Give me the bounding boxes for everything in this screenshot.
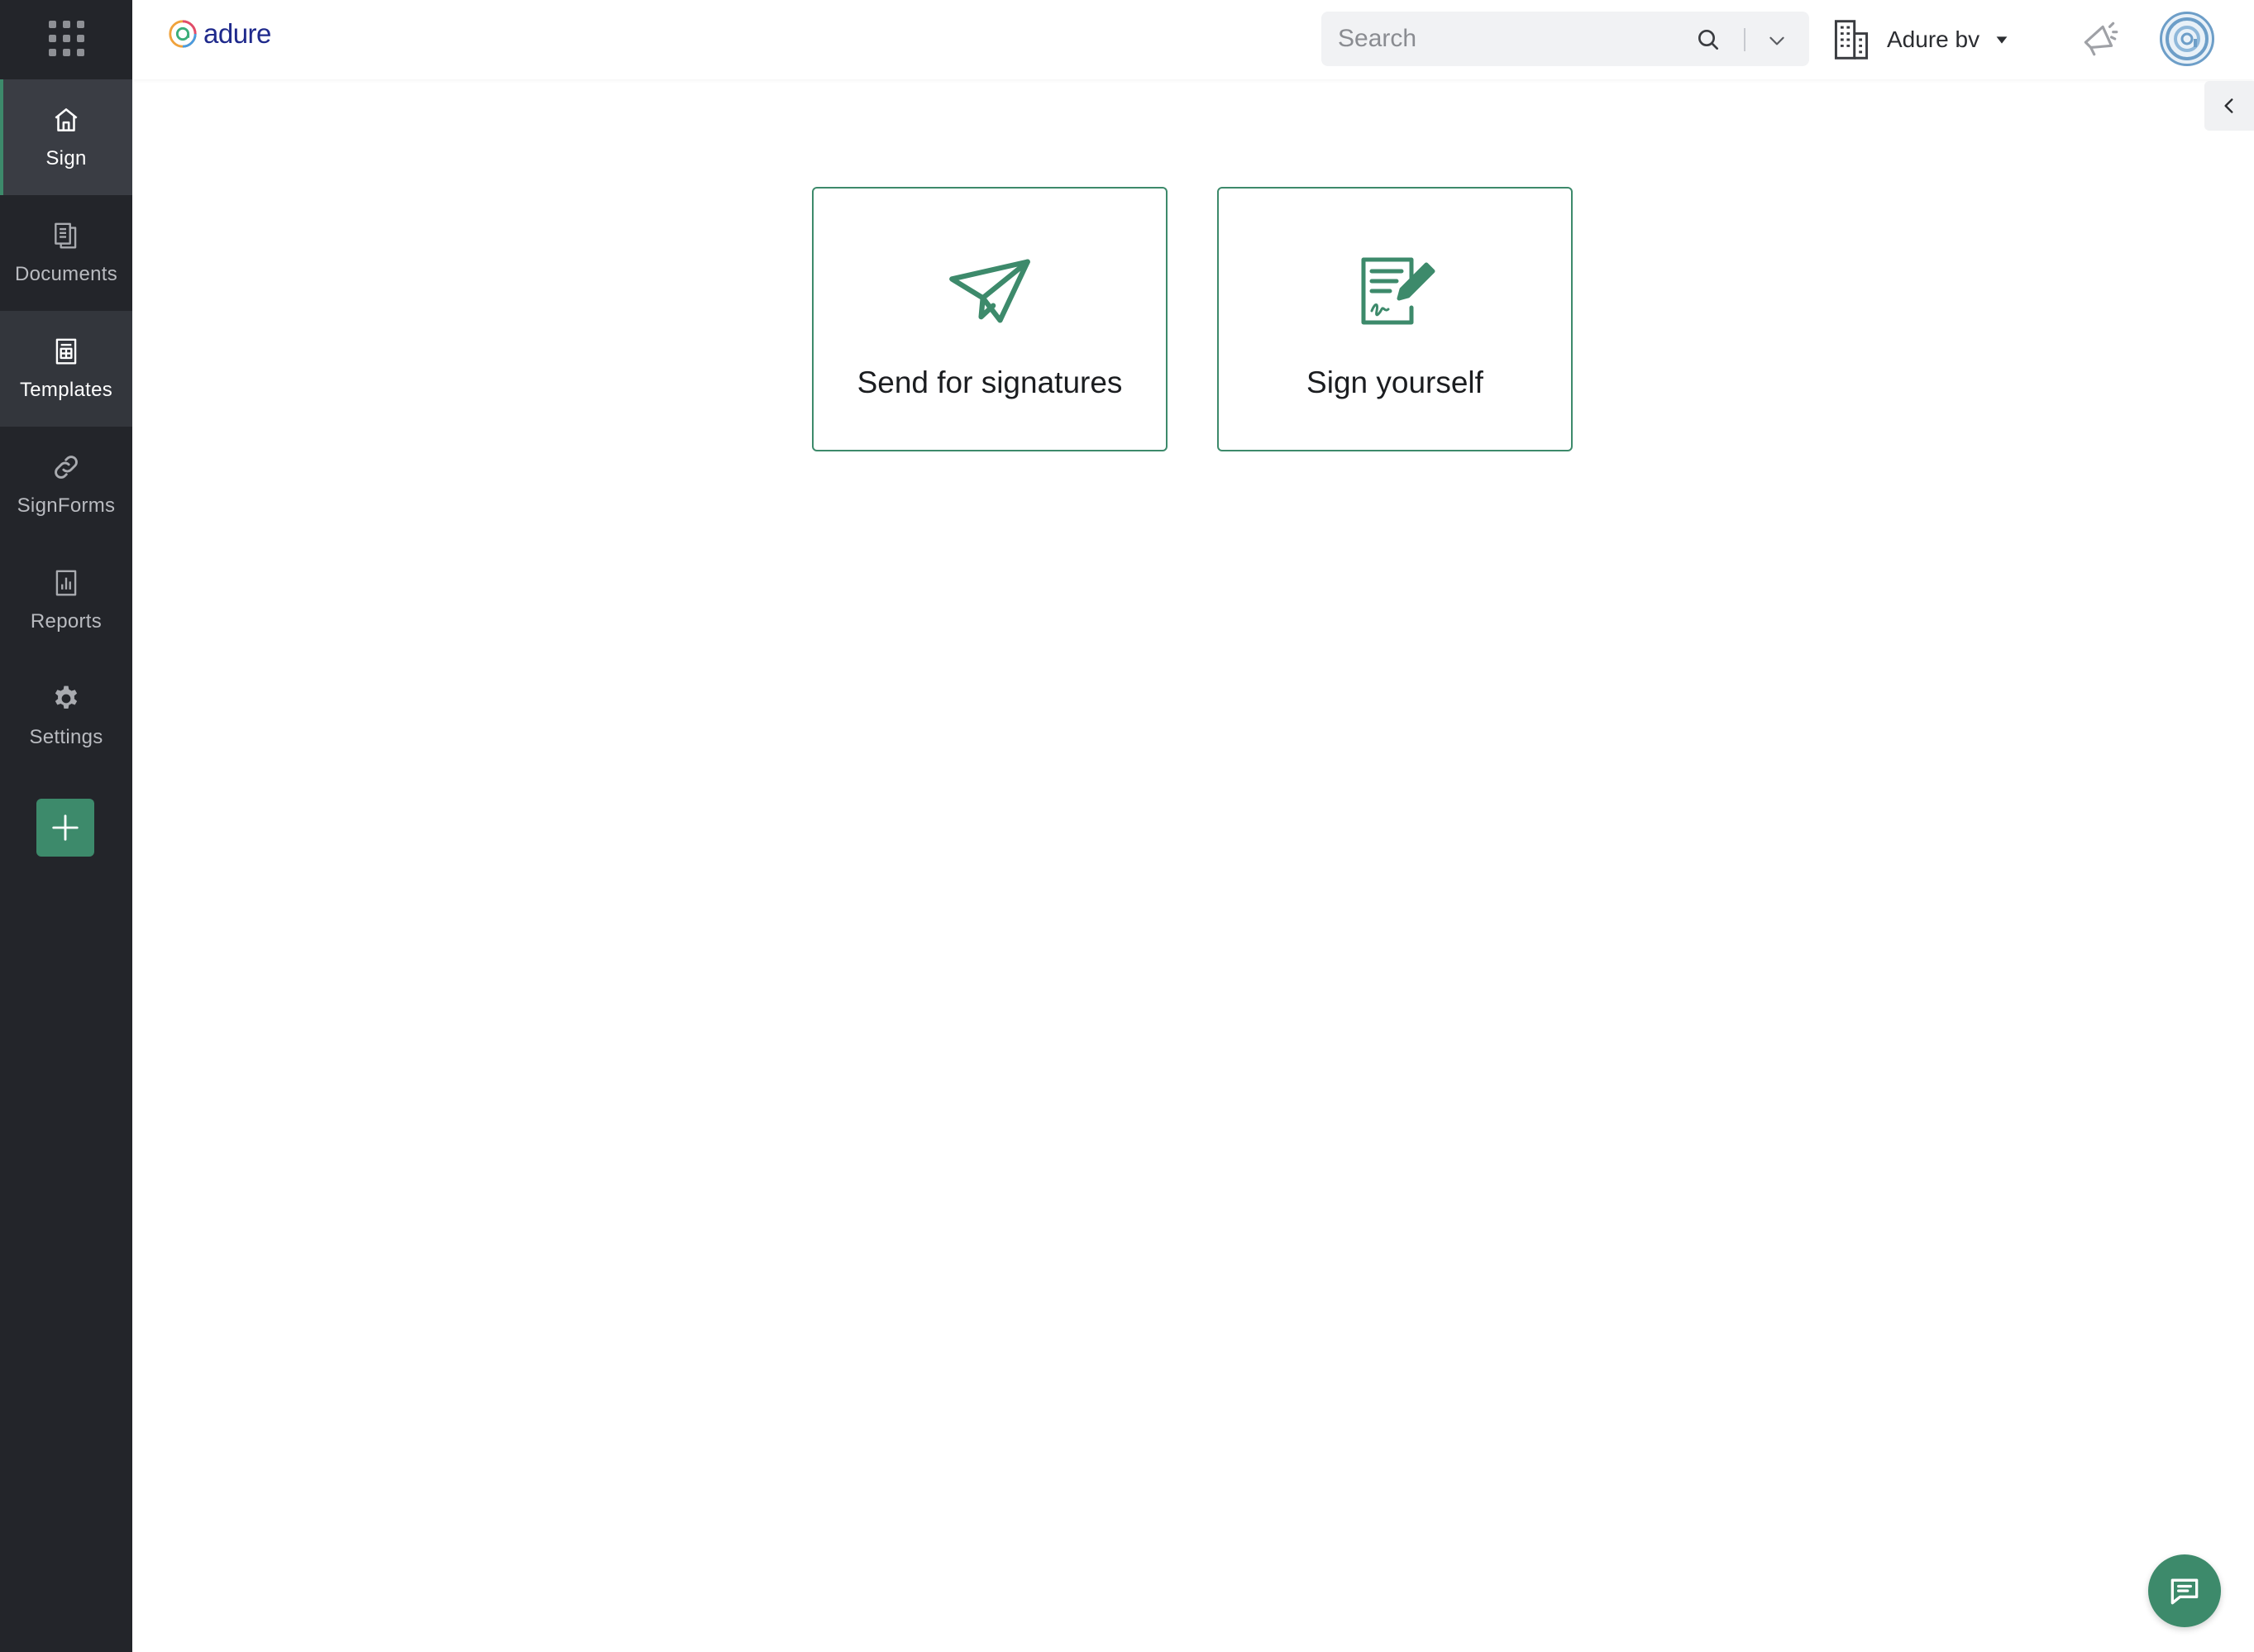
- sidebar-item-documents[interactable]: Documents: [0, 195, 132, 311]
- add-button[interactable]: [36, 799, 94, 857]
- brand-logo[interactable]: adure: [167, 18, 271, 50]
- caret-down-icon: [1996, 36, 2008, 44]
- sidebar-item-label: Reports: [30, 610, 103, 633]
- top-header: adure Adure bv: [132, 0, 2254, 79]
- sidebar-item-templates[interactable]: Templates: [0, 311, 132, 427]
- app-root: Sign Documents Templates SignForms Repor…: [0, 0, 2254, 1652]
- chat-icon: [2170, 1578, 2199, 1605]
- sidebar-item-sign[interactable]: Sign: [0, 79, 132, 195]
- templates-icon: [55, 338, 77, 365]
- user-avatar[interactable]: [2160, 12, 2214, 66]
- building-icon: [1834, 20, 1869, 60]
- sidebar-item-label: SignForms: [17, 494, 116, 517]
- sign-yourself-card[interactable]: Sign yourself: [1217, 187, 1573, 451]
- sidebar-item-label: Documents: [14, 263, 118, 285]
- megaphone-icon[interactable]: [2079, 18, 2120, 60]
- chevron-left-icon: [2224, 98, 2233, 113]
- send-for-signatures-label: Send for signatures: [857, 365, 1123, 399]
- sidebar-item-settings[interactable]: Settings: [0, 658, 132, 774]
- search-bar: [1321, 12, 1809, 66]
- search-divider: [1744, 28, 1745, 51]
- avatar-logo-icon: [2166, 17, 2209, 60]
- search-input[interactable]: [1321, 12, 1685, 66]
- sign-document-icon: [1361, 257, 1435, 325]
- brand-name: adure: [203, 18, 271, 49]
- sidebar-item-label: Settings: [29, 726, 103, 748]
- reports-icon: [55, 570, 77, 596]
- paper-plane-icon: [949, 259, 1030, 323]
- org-name: Adure bv: [1887, 26, 1980, 52]
- link-icon: [55, 456, 78, 479]
- sign-yourself-label: Sign yourself: [1306, 365, 1483, 399]
- plus-icon: [52, 814, 79, 841]
- apps-grid-button[interactable]: [0, 0, 132, 76]
- send-for-signatures-card[interactable]: Send for signatures: [812, 187, 1168, 451]
- documents-icon: [55, 222, 77, 249]
- sidebar-item-signforms[interactable]: SignForms: [0, 427, 132, 542]
- sidebar-item-label: Sign: [45, 147, 87, 169]
- home-icon: [55, 108, 78, 131]
- adure-logo-icon: [169, 20, 197, 48]
- collapse-panel-button[interactable]: [2204, 81, 2254, 131]
- gear-icon: [55, 685, 78, 709]
- apps-grid-icon: [48, 20, 84, 56]
- chevron-down-icon[interactable]: [1766, 30, 1788, 51]
- sidebar: Sign Documents Templates SignForms Repor…: [0, 0, 132, 1652]
- sidebar-item-label: Templates: [19, 379, 113, 401]
- search-icon[interactable]: [1695, 26, 1722, 53]
- org-switcher[interactable]: Adure bv: [1832, 15, 2011, 64]
- sidebar-item-reports[interactable]: Reports: [0, 542, 132, 658]
- chat-support-button[interactable]: [2148, 1554, 2221, 1627]
